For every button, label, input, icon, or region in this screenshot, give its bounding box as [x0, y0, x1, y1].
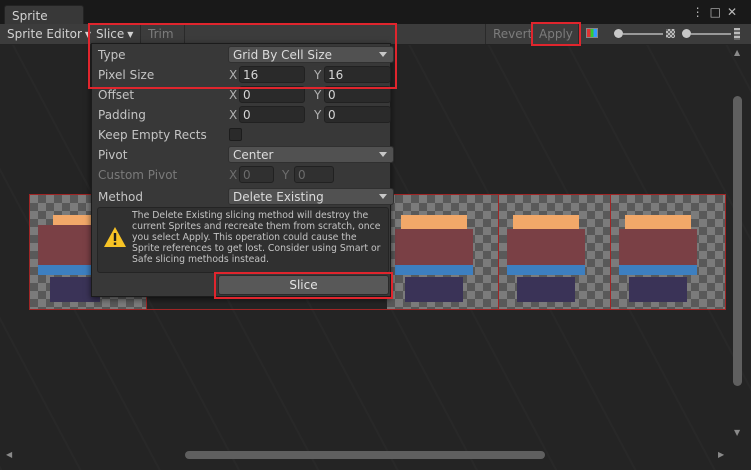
pivot-row: Pivot Center	[98, 145, 394, 165]
mode-dropdown[interactable]: Sprite Editor ▼	[0, 24, 91, 44]
sprite-body	[395, 229, 473, 265]
custom-pivot-y-label: Y	[282, 168, 290, 182]
zoom-slider[interactable]	[604, 24, 744, 44]
offset-y-value: 0	[328, 88, 336, 102]
warning-icon	[104, 227, 126, 247]
sprite-belt	[619, 265, 697, 275]
window-controls: ⋮□✕	[692, 5, 743, 19]
pixel-size-y-label: Y	[314, 68, 322, 82]
padding-y-input[interactable]: 0	[324, 106, 391, 123]
scroll-right-icon[interactable]: ▶	[718, 450, 724, 459]
toolbar: Sprite Editor ▼ Slice ▼ Trim Revert Apply	[0, 24, 751, 45]
help-box-text: The Delete Existing slicing method will …	[132, 210, 381, 265]
sprite-body	[619, 229, 697, 265]
more-options-icon[interactable]: ⋮	[692, 5, 710, 19]
padding-x-input[interactable]: 0	[239, 106, 305, 123]
offset-y-input[interactable]: 0	[324, 86, 391, 103]
custom-pivot-x-value: 0	[243, 168, 251, 182]
revert-label: Revert	[493, 27, 533, 41]
chevron-down-icon	[379, 194, 387, 199]
method-dropdown[interactable]: Delete Existing	[228, 188, 394, 205]
pixel-size-x-value: 16	[243, 68, 259, 82]
padding-y-label: Y	[314, 108, 322, 122]
type-label: Type	[98, 48, 126, 62]
padding-label: Padding	[98, 108, 146, 122]
type-row: Type Grid By Cell Size	[98, 45, 394, 65]
mode-dropdown-label: Sprite Editor	[7, 27, 82, 41]
offset-x-input[interactable]: 0	[239, 86, 305, 103]
slice-menu-label: Slice	[96, 27, 125, 41]
revert-button[interactable]: Revert	[485, 24, 532, 44]
window-tab[interactable]: Sprite Editor	[4, 5, 84, 37]
window-title-bar: Sprite Editor ⋮□✕	[0, 0, 751, 37]
sprite-belt	[395, 265, 473, 275]
offset-row: Offset X 0 Y 0	[98, 85, 391, 105]
scroll-up-icon[interactable]: ▲	[734, 48, 740, 57]
keep-empty-rects-row: Keep Empty Rects	[98, 125, 388, 145]
mip-level-icon	[734, 28, 740, 40]
chevron-down-icon	[379, 52, 387, 57]
padding-x-value: 0	[243, 108, 251, 122]
method-value: Delete Existing	[233, 190, 324, 204]
keep-empty-rects-checkbox[interactable]	[229, 128, 242, 141]
sprite-cell[interactable]	[499, 195, 611, 309]
pivot-value: Center	[233, 148, 274, 162]
padding-row: Padding X 0 Y 0	[98, 105, 391, 125]
chevron-down-icon: ▼	[127, 30, 134, 39]
sprite-legs	[629, 277, 687, 302]
sprite-cell[interactable]	[611, 195, 725, 309]
alpha-slider-knob[interactable]	[614, 29, 623, 38]
vertical-scrollbar[interactable]	[733, 96, 742, 386]
sprite-body	[507, 229, 585, 265]
pixel-size-y-value: 16	[328, 68, 344, 82]
sprite-legs	[517, 277, 575, 302]
pixel-size-row: Pixel Size X 16 Y 16	[98, 65, 391, 85]
pivot-dropdown[interactable]: Center	[228, 146, 394, 163]
sprite-belt	[507, 265, 585, 275]
offset-x-value: 0	[243, 88, 251, 102]
scroll-left-icon[interactable]: ◀	[6, 450, 12, 459]
custom-pivot-x-label: X	[229, 168, 238, 182]
custom-pivot-label: Custom Pivot	[98, 168, 178, 182]
custom-pivot-x-input[interactable]: 0	[239, 166, 274, 183]
scroll-down-icon[interactable]: ▼	[734, 428, 740, 437]
close-icon[interactable]: ✕	[727, 5, 743, 19]
slice-button-label: Slice	[289, 278, 318, 292]
custom-pivot-y-value: 0	[298, 168, 306, 182]
pixel-size-label: Pixel Size	[98, 68, 155, 82]
sprite-legs	[405, 277, 463, 302]
method-label: Method	[98, 190, 144, 204]
keep-empty-rects-label: Keep Empty Rects	[98, 128, 207, 142]
mip-slider-track	[691, 33, 731, 35]
apply-label: Apply	[539, 27, 573, 41]
padding-x-label: X	[229, 108, 238, 122]
sprite-cell[interactable]	[387, 195, 499, 309]
maximize-icon[interactable]: □	[710, 5, 727, 19]
rgb-channel-icon[interactable]	[586, 28, 598, 38]
slice-menu-button[interactable]: Slice ▼	[89, 24, 141, 44]
slice-button[interactable]: Slice	[218, 275, 389, 295]
type-dropdown[interactable]: Grid By Cell Size	[228, 46, 394, 63]
pixel-size-y-input[interactable]: 16	[324, 66, 391, 83]
custom-pivot-row: Custom Pivot X 0 Y 0	[98, 165, 388, 185]
alpha-slider-track	[623, 33, 663, 35]
padding-y-value: 0	[328, 108, 336, 122]
apply-button[interactable]: Apply	[532, 24, 579, 44]
pivot-label: Pivot	[98, 148, 128, 162]
chevron-down-icon	[379, 152, 387, 157]
trim-label: Trim	[148, 27, 174, 41]
help-box: The Delete Existing slicing method will …	[97, 207, 389, 273]
trim-button[interactable]: Trim	[141, 24, 185, 44]
horizontal-scrollbar[interactable]	[185, 451, 545, 459]
offset-x-label: X	[229, 88, 238, 102]
type-value: Grid By Cell Size	[233, 48, 333, 62]
pixel-size-x-label: X	[229, 68, 238, 82]
offset-label: Offset	[98, 88, 135, 102]
custom-pivot-y-input[interactable]: 0	[294, 166, 334, 183]
offset-y-label: Y	[314, 88, 322, 102]
alpha-checker-icon	[666, 29, 675, 38]
pixel-size-x-input[interactable]: 16	[239, 66, 305, 83]
mip-slider-knob[interactable]	[682, 29, 691, 38]
method-row: Method Delete Existing	[98, 187, 394, 207]
